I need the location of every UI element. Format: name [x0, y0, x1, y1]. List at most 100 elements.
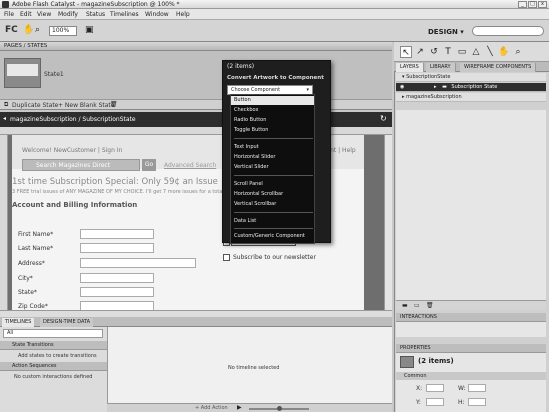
layer-expand-icon[interactable]: ▸: [434, 84, 437, 90]
eye-icon[interactable]: ◉: [400, 84, 404, 90]
folder-add-icon[interactable]: ▬: [402, 302, 408, 309]
tab-layers[interactable]: LAYERS: [396, 63, 424, 72]
dropdown-item-data-list[interactable]: Data List: [234, 218, 256, 224]
rotate-tool-icon[interactable]: ↺: [428, 46, 440, 58]
delete-layer-icon[interactable]: 🗑: [426, 302, 434, 309]
new-layer-icon[interactable]: ▭: [414, 302, 420, 309]
dropdown-item-vertical-scrollbar[interactable]: Vertical Scrollbar: [234, 201, 276, 207]
newsletter-label: Subscribe to our newsletter: [233, 254, 316, 261]
dropdown-separator: [234, 138, 313, 139]
no-timeline-message: No timeline selected: [228, 365, 280, 371]
refresh-icon[interactable]: ↻: [380, 114, 387, 123]
horizontal-ruler: [0, 127, 392, 135]
play-icon[interactable]: ▶: [237, 404, 242, 411]
w-input[interactable]: [468, 384, 486, 392]
maximize-button[interactable]: □: [528, 1, 537, 8]
x-input[interactable]: [426, 384, 444, 392]
menu-bar: File Edit View Modify Status Timelines W…: [0, 9, 549, 20]
help-search-input[interactable]: [472, 26, 544, 36]
stage-vertical-scrollbar[interactable]: [384, 135, 392, 310]
tab-library[interactable]: LIBRARY: [426, 63, 456, 72]
close-button[interactable]: x: [538, 1, 547, 8]
field-label-last-name: Last Name*: [18, 245, 54, 252]
menu-view[interactable]: View: [37, 11, 51, 18]
w-label: W:: [458, 385, 466, 392]
triangle-tool-icon[interactable]: △: [470, 46, 482, 58]
zoom-select[interactable]: 100%: [49, 26, 77, 36]
fit-icon[interactable]: ▣: [85, 25, 94, 35]
menu-edit[interactable]: Edit: [20, 11, 32, 18]
choose-component-label: Choose Component: [231, 87, 281, 93]
transitions-filter-select[interactable]: All: [3, 329, 103, 338]
hud-item-count: (2 items): [227, 63, 255, 70]
breadcrumb[interactable]: magazineSubscription / SubscriptionState: [10, 116, 136, 123]
dropdown-item-toggle-button[interactable]: Toggle Button: [234, 127, 268, 133]
main-toolbar: FC ✋ ⌕ 100% ▣ DESIGN ▾: [0, 20, 549, 42]
field-label-first-name: First Name*: [18, 231, 54, 238]
add-action-button[interactable]: + Add Action: [195, 405, 228, 411]
y-input[interactable]: [426, 398, 444, 406]
layer-row-page[interactable]: ▸ magazineSubscription: [396, 93, 546, 102]
hand-tool-icon[interactable]: ✋: [498, 46, 510, 58]
stage-horizontal-scrollbar[interactable]: [0, 310, 392, 317]
dropdown-item-custom-generic[interactable]: Custom/Generic Component: [234, 233, 305, 239]
pages-buttons-bar: ⧉ Duplicate State + New Blank State 🗑: [0, 99, 392, 110]
workspace-switcher[interactable]: DESIGN ▾: [428, 28, 464, 36]
rectangle-tool-icon[interactable]: ▭: [456, 46, 468, 58]
pages-states-header: PAGES / STATES: [0, 42, 392, 51]
menu-window[interactable]: Window: [145, 11, 169, 18]
dropdown-item-vertical-slider[interactable]: Vertical Slider: [234, 164, 269, 170]
dropdown-separator: [234, 212, 313, 213]
menu-modify[interactable]: Modify: [58, 11, 78, 18]
zoom-icon[interactable]: ⌕: [35, 25, 40, 35]
tab-timelines[interactable]: TIMELINES: [2, 318, 35, 327]
dropdown-item-checkbox[interactable]: Checkbox: [234, 107, 258, 113]
line-tool-icon[interactable]: ╲: [484, 46, 496, 58]
headline: 1st time Subscription Special: Only 59¢ …: [12, 177, 218, 187]
menu-status[interactable]: Status: [86, 11, 105, 18]
search-placeholder: Search Magazines Direct: [36, 162, 111, 169]
zip-field: [80, 301, 154, 310]
dropdown-item-horizontal-scrollbar[interactable]: Horizontal Scrollbar: [234, 191, 283, 197]
selection-icon: [400, 356, 414, 368]
text-tool-icon[interactable]: T: [442, 46, 454, 58]
duplicate-state-button[interactable]: Duplicate State: [12, 102, 58, 109]
back-arrow-icon[interactable]: ◂: [3, 115, 6, 122]
welcome-nav: Welcome! NewCustomer | Sign In: [22, 147, 123, 154]
common-section[interactable]: Common: [396, 372, 546, 380]
minimize-button[interactable]: _: [518, 1, 527, 8]
menu-file[interactable]: File: [4, 11, 14, 18]
slider-thumb[interactable]: [277, 406, 282, 411]
dropdown-item-text-input[interactable]: Text Input: [234, 144, 259, 150]
tab-wireframe-components[interactable]: WIREFRAME COMPONENTS: [460, 63, 537, 72]
hand-icon[interactable]: ✋: [23, 25, 34, 35]
layers-footer: ▬ ▭ 🗑: [396, 300, 546, 310]
trash-icon[interactable]: 🗑: [110, 101, 118, 108]
window-title: Adobe Flash Catalyst - magazineSubscript…: [12, 1, 180, 8]
layer-row-state[interactable]: ▾ SubscriptionState: [396, 73, 546, 82]
layer-page-name: magazineSubscription: [406, 94, 462, 100]
stage-breadcrumb-bar: ◂ magazineSubscription / SubscriptionSta…: [0, 112, 392, 127]
last-name-field: [80, 243, 154, 253]
city-field: [80, 273, 154, 283]
dropdown-item-horizontal-slider[interactable]: Horizontal Slider: [234, 154, 275, 160]
zoom-tool-icon[interactable]: ⌕: [512, 46, 524, 58]
field-label-address: Address*: [18, 260, 45, 267]
tools-bar: ↖ ↗ ↺ T ▭ △ ╲ ✋ ⌕: [394, 42, 549, 62]
select-tool-icon[interactable]: ↖: [400, 46, 412, 58]
h-input[interactable]: [468, 398, 486, 406]
timeline-area: No timeline selected: [107, 327, 392, 403]
menu-timelines[interactable]: Timelines: [110, 11, 139, 18]
state-transitions-header[interactable]: State Transitions: [0, 341, 107, 350]
menu-help[interactable]: Help: [176, 11, 190, 18]
action-sequences-header[interactable]: Action Sequences: [0, 362, 107, 371]
state-name[interactable]: State1: [44, 71, 64, 78]
layer-row-subscription[interactable]: ◉ ▸ ▬ Subscription State: [396, 83, 546, 92]
tab-design-time-data[interactable]: DESIGN-TIME DATA: [40, 318, 94, 327]
dropdown-item-scroll-panel[interactable]: Scroll Panel: [234, 181, 263, 187]
dropdown-item-radio-button[interactable]: Radio Button: [234, 117, 266, 123]
direct-select-tool-icon[interactable]: ↗: [414, 46, 426, 58]
dropdown-item-button[interactable]: Button: [234, 97, 251, 103]
new-blank-state-button[interactable]: + New Blank State: [58, 102, 114, 109]
dropdown-separator: [234, 228, 313, 229]
